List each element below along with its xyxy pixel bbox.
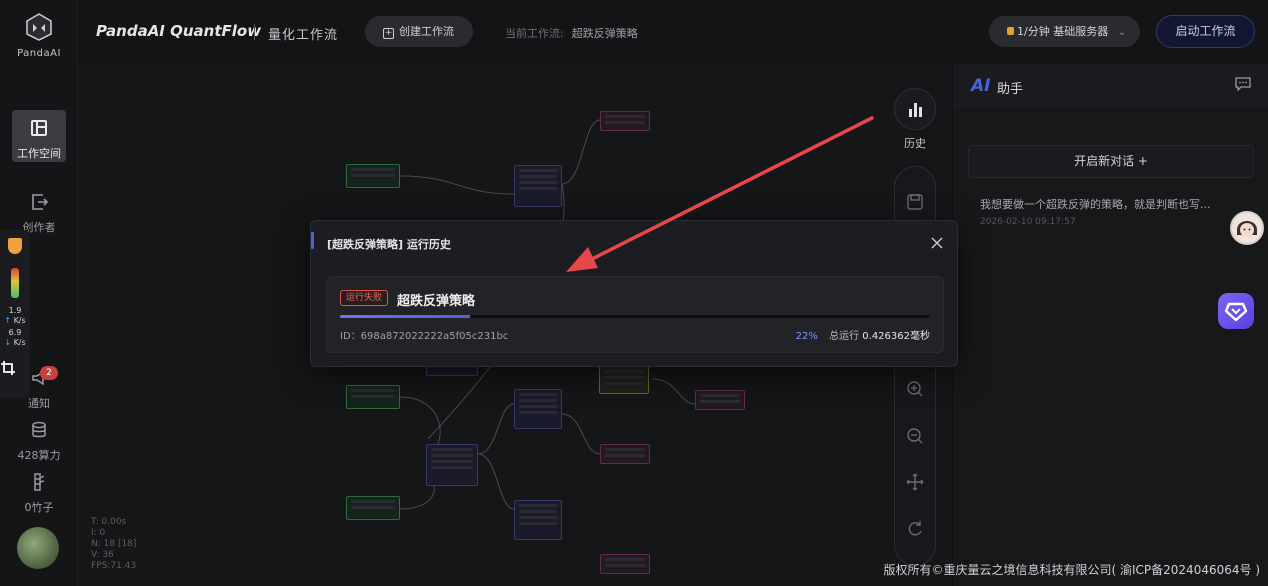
modal-title: [超跌反弹策略] 运行历史 xyxy=(327,238,451,251)
logo[interactable]: PandaAI xyxy=(0,12,78,59)
start-workflow-button[interactable]: 启动工作流 xyxy=(1156,15,1255,48)
export-icon xyxy=(32,194,49,210)
chat-history-time: 2026-02-10 09:17:57 xyxy=(980,217,1076,227)
notify-badge: 2 xyxy=(40,366,58,380)
nav-compute-power[interactable]: 428算力 xyxy=(0,420,78,463)
workflow-node[interactable] xyxy=(514,500,562,540)
save-icon[interactable] xyxy=(905,192,925,212)
crop-icon[interactable] xyxy=(0,360,16,376)
download-arrow-icon: ↓ xyxy=(4,338,12,347)
chat-history-item[interactable]: 我想要做一个超跌反弹的策略，就是判断也写... 2026-02-10 09:17… xyxy=(968,188,1254,236)
battery-level-icon xyxy=(11,268,19,298)
workflow-node[interactable] xyxy=(600,554,650,574)
run-name: 超跌反弹策略 xyxy=(397,294,476,309)
bot-logo-icon xyxy=(1224,302,1248,322)
ai-logo: AI xyxy=(971,76,991,96)
new-chat-button[interactable]: 开启新对话 + xyxy=(968,145,1254,178)
run-meta: 22% 总运行 0.426362毫秒 xyxy=(796,327,930,342)
refresh-icon[interactable] xyxy=(905,519,925,539)
history-button[interactable] xyxy=(894,88,936,130)
bar-chart-icon xyxy=(909,103,922,117)
user-avatar[interactable] xyxy=(17,527,59,569)
chevron-down-icon: ⌄ xyxy=(1117,27,1127,38)
nav-power-label: 428算力 xyxy=(17,449,61,462)
run-history-modal: [超跌反弹策略] 运行历史 运行失败 超跌反弹策略 ID：698a8720222… xyxy=(310,220,958,367)
server-select[interactable]: 1/分钟 基础服务器 ⌄ xyxy=(989,16,1140,47)
workflow-node[interactable] xyxy=(426,366,478,376)
close-icon[interactable] xyxy=(929,235,945,251)
render-stats: T: 0.00s I: 0 N: 18 [18] V: 36 FPS:71.43 xyxy=(91,517,137,571)
panda-logo-icon xyxy=(26,13,52,41)
move-icon[interactable] xyxy=(905,472,925,492)
total-run-label: 总运行 xyxy=(829,331,860,342)
ai-bot-button[interactable] xyxy=(1218,293,1254,329)
nav-creator[interactable]: 创作者 xyxy=(0,192,78,235)
workflow-node[interactable] xyxy=(514,165,562,207)
coin-icon xyxy=(1007,27,1014,35)
network-monitor: 1.9 ↑ K/s 6.9 ↓ K/s xyxy=(0,230,30,398)
workspace-icon xyxy=(31,120,47,136)
workflow-node[interactable] xyxy=(514,389,562,429)
chat-bubble-icon[interactable] xyxy=(1235,77,1251,91)
ai-panel-title: 助手 xyxy=(997,82,1024,97)
workflow-node[interactable] xyxy=(695,390,745,410)
run-progress-text: 22% xyxy=(795,331,818,342)
workflow-node[interactable] xyxy=(599,366,649,394)
run-record-card[interactable]: 运行失败 超跌反弹策略 ID：698a872022222a5f05c231bc … xyxy=(326,276,944,353)
run-progress-fill xyxy=(340,315,470,318)
workflow-node[interactable] xyxy=(346,496,400,520)
workflow-node[interactable] xyxy=(600,444,650,464)
logo-text: PandaAI xyxy=(17,48,61,59)
girl-face-icon xyxy=(1237,221,1257,237)
shield-icon xyxy=(8,238,22,254)
database-icon xyxy=(32,421,46,438)
run-progress-bar xyxy=(340,315,930,318)
download-rate: 6.9 ↓ K/s xyxy=(4,328,26,347)
zoom-in-icon[interactable] xyxy=(905,379,925,399)
workflow-node[interactable] xyxy=(346,164,400,188)
assistant-avatar[interactable] xyxy=(1230,211,1264,245)
divider xyxy=(254,24,255,40)
workflow-node[interactable] xyxy=(346,385,400,409)
upload-arrow-icon: ↑ xyxy=(4,316,12,325)
current-workflow: 当前工作流: 超跌反弹策略 xyxy=(505,27,638,40)
total-run-value: 0.426362毫秒 xyxy=(862,331,930,342)
upload-rate: 1.9 ↑ K/s xyxy=(4,306,26,325)
workflow-node[interactable] xyxy=(426,444,478,486)
nav-workspace-label: 工作空间 xyxy=(17,147,61,160)
copyright-footer: 版权所有©重庆量云之境信息科技有限公司( 渝ICP备2024046064号 ) xyxy=(883,563,1261,577)
brand-subtitle: 量化工作流 xyxy=(268,28,339,43)
nav-workspace[interactable]: 工作空间 xyxy=(0,110,78,162)
current-workflow-name: 超跌反弹策略 xyxy=(571,27,638,40)
history-label: 历史 xyxy=(904,137,926,150)
modal-accent-bar xyxy=(311,232,314,249)
chat-history-title: 我想要做一个超跌反弹的策略，就是判断也写... xyxy=(980,198,1211,211)
create-workflow-button[interactable]: + 创建工作流 xyxy=(365,16,473,47)
bamboo-icon xyxy=(34,473,45,491)
nav-bamboo-label: 0竹子 xyxy=(24,501,54,514)
status-badge: 运行失败 xyxy=(340,290,389,306)
workflow-node[interactable] xyxy=(600,111,650,131)
run-id: ID：698a872022222a5f05c231bc xyxy=(340,331,509,342)
top-bar: PandaAI QuantFlow 量化工作流 + 创建工作流 当前工作流: 超跌反… xyxy=(78,0,1268,64)
ai-panel-header: AI 助手 xyxy=(953,64,1268,108)
brand-name: PandaAI QuantFlow xyxy=(96,22,262,40)
nav-bamboo[interactable]: 0竹子 xyxy=(0,472,78,515)
plus-square-icon: + xyxy=(383,28,394,39)
zoom-out-icon[interactable] xyxy=(905,426,925,446)
